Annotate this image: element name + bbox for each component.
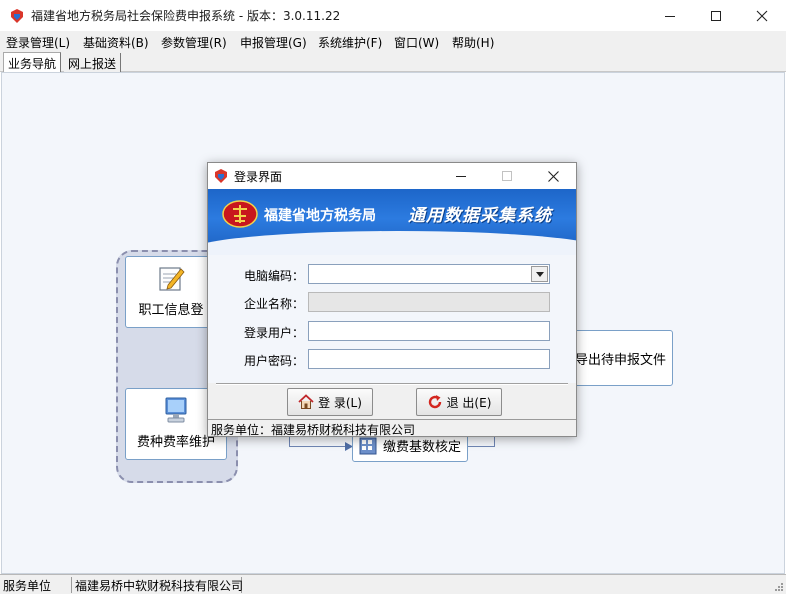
employee-info-label: 职工信息登 [138,303,204,318]
login-button[interactable]: 登 录(L) [287,388,373,416]
export-file-label: 导出待申报文件 [574,352,666,368]
app-logo-icon [11,9,23,23]
login-user-field[interactable] [308,321,550,341]
title-bar[interactable]: 福建省地方税务局社会保险费申报系统 - 版本：3.0.11.22 [0,0,786,31]
fee-rate-label: 费种费率维护 [136,435,215,450]
status-bar: 服务单位 福建易桥中软财税科技有限公司 [0,574,786,594]
edit-document-icon [159,267,185,291]
app-logo-icon [215,169,227,183]
dialog-title: 登录界面 [234,170,283,184]
tax-bureau-emblem-icon [222,200,258,228]
dialog-minimize-button[interactable] [438,163,484,189]
employee-info-button[interactable]: 职工信息登 [125,256,217,328]
menu-window[interactable]: 窗口(W) [394,34,439,51]
login-banner: 福建省地方税务局 通用数据采集系统 [208,189,576,255]
computer-code-select[interactable] [308,264,550,284]
resize-grip-icon[interactable] [773,581,784,592]
dialog-title-bar[interactable]: 登录界面 [208,163,576,189]
menu-basic-data[interactable]: 基础资料(B) [83,34,149,51]
flow-connector [468,446,495,447]
banner-system-name: 通用数据采集系统 [408,206,552,226]
tab-bar: 业务导航 网上报送 [0,51,786,73]
login-button-label: 登 录(L) [318,395,362,410]
banner-swoosh [208,231,576,255]
home-icon [298,394,314,409]
menu-declaration-management[interactable]: 申报管理(G) [240,34,307,51]
close-icon [547,170,559,182]
password-field[interactable] [308,349,550,369]
exit-button-label: 退 出(E) [446,395,492,410]
banner-organization: 福建省地方税务局 [264,208,376,224]
calculator-icon [359,437,377,455]
minimize-icon [456,176,466,177]
minimize-button[interactable] [647,0,693,31]
login-dialog: 登录界面 福建省地方税务局 通用数据采集系统 电脑编码： 企业名称： 登录用户：… [207,162,577,437]
chevron-down-icon [535,271,544,277]
password-label: 用户密码： [244,354,305,368]
dialog-close-button[interactable] [530,163,576,189]
dialog-divider [216,383,568,385]
refresh-exit-icon [428,395,441,409]
menu-system-maintenance[interactable]: 系统维护(F) [318,34,382,51]
maximize-icon [502,171,512,181]
computer-monitor-icon [165,397,187,423]
dialog-status-bar: 服务单位：福建易桥财税科技有限公司 [208,419,576,437]
tab-business-navigation[interactable]: 业务导航 [3,52,62,73]
exit-button[interactable]: 退 出(E) [416,388,502,416]
menu-help[interactable]: 帮助(H) [452,34,494,51]
menu-bar: 登录管理(L) 基础资料(B) 参数管理(R) 申报管理(G) 系统维护(F) … [0,31,786,51]
menu-parameter-management[interactable]: 参数管理(R) [161,34,227,51]
tab-online-submission[interactable]: 网上报送 [64,53,122,72]
flow-connector [290,446,352,447]
status-service-value: 福建易桥中软财税科技有限公司 [72,577,243,593]
dropdown-arrow-button[interactable] [531,266,548,282]
close-button[interactable] [739,0,785,31]
window-title: 福建省地方税务局社会保险费申报系统 - 版本：3.0.11.22 [31,9,341,23]
dialog-maximize-button [484,163,530,189]
base-check-label: 缴费基数核定 [382,439,461,455]
status-service-label: 服务单位 [0,577,72,593]
close-icon [756,10,768,21]
login-user-label: 登录用户： [244,326,305,340]
company-name-label: 企业名称： [244,297,305,311]
company-name-field [308,292,550,312]
minimize-icon [665,15,675,17]
computer-code-label: 电脑编码： [244,269,305,283]
maximize-icon [711,10,721,21]
login-form: 电脑编码： 企业名称： 登录用户： 用户密码： [208,255,576,383]
maximize-button[interactable] [693,0,739,31]
menu-login-management[interactable]: 登录管理(L) [6,34,70,51]
